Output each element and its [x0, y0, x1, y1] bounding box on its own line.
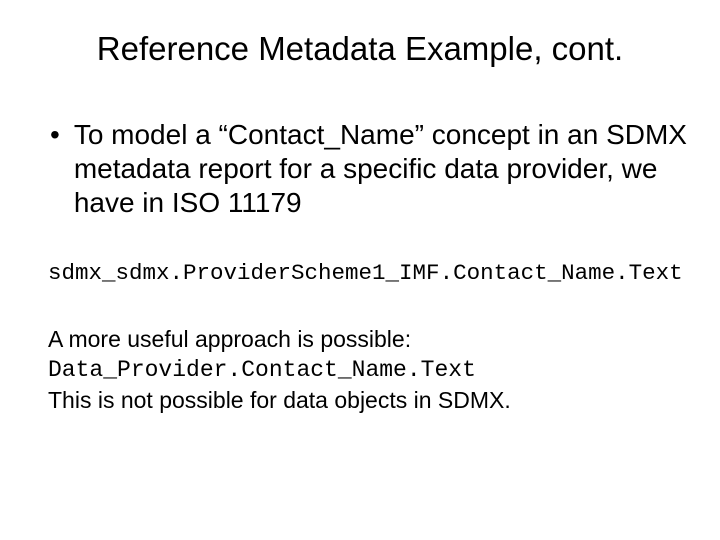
bullet-item: • To model a “Contact_Name” concept in a… — [50, 118, 690, 220]
body-line-1: A more useful approach is possible: — [48, 326, 690, 353]
slide-title: Reference Metadata Example, cont. — [30, 30, 690, 68]
bullet-dot: • — [50, 118, 60, 152]
slide: Reference Metadata Example, cont. • To m… — [0, 0, 720, 540]
code-example-1: sdmx_sdmx.ProviderScheme1_IMF.Contact_Na… — [48, 260, 690, 286]
bullet-text: To model a “Contact_Name” concept in an … — [74, 118, 690, 220]
code-example-2: Data_Provider.Contact_Name.Text — [48, 357, 690, 383]
body-line-2: This is not possible for data objects in… — [48, 387, 690, 414]
